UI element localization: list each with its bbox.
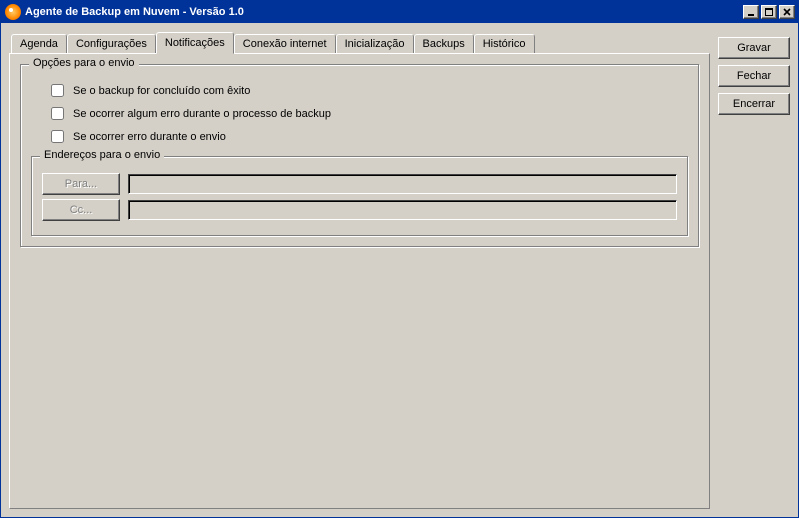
para-input[interactable] — [128, 174, 677, 194]
minimize-button[interactable] — [743, 5, 759, 19]
option-row-send-error: Se ocorrer erro durante o envio — [47, 127, 688, 146]
tab-configuracoes[interactable]: Configurações — [67, 34, 156, 53]
checkbox-backup-error-label[interactable]: Se ocorrer algum erro durante o processo… — [73, 108, 331, 120]
app-icon — [5, 4, 21, 20]
group-send-options: Opções para o envio Se o backup for conc… — [20, 64, 699, 247]
client-area: Agenda Configurações Notificações Conexã… — [1, 23, 798, 517]
group-addresses: Endereços para o envio Para... Cc... — [31, 156, 688, 236]
save-button[interactable]: Gravar — [718, 37, 790, 59]
checkbox-backup-success[interactable] — [51, 84, 64, 97]
tabstrip: Agenda Configurações Notificações Conexã… — [9, 31, 710, 53]
checkbox-backup-success-label[interactable]: Se o backup for concluído com êxito — [73, 85, 250, 97]
shutdown-button[interactable]: Encerrar — [718, 93, 790, 115]
action-buttons-column: Gravar Fechar Encerrar — [718, 31, 790, 509]
para-button[interactable]: Para... — [42, 173, 120, 195]
checkbox-backup-error[interactable] — [51, 107, 64, 120]
close-button[interactable] — [779, 5, 795, 19]
tab-conexao-internet[interactable]: Conexão internet — [234, 34, 336, 53]
group-send-options-legend: Opções para o envio — [29, 57, 139, 69]
group-addresses-legend: Endereços para o envio — [40, 149, 164, 161]
tab-notificacoes[interactable]: Notificações — [156, 32, 234, 54]
tab-inicializacao[interactable]: Inicialização — [336, 34, 414, 53]
app-window: Agente de Backup em Nuvem - Versão 1.0 A… — [0, 0, 799, 518]
address-row-para: Para... — [42, 173, 677, 195]
tab-historico[interactable]: Histórico — [474, 34, 535, 53]
close-action-button[interactable]: Fechar — [718, 65, 790, 87]
window-title: Agente de Backup em Nuvem - Versão 1.0 — [25, 6, 743, 18]
option-row-backup-error: Se ocorrer algum erro durante o processo… — [47, 104, 688, 123]
titlebar: Agente de Backup em Nuvem - Versão 1.0 — [1, 1, 798, 23]
tab-panel-notificacoes: Opções para o envio Se o backup for conc… — [9, 53, 710, 509]
tab-container: Agenda Configurações Notificações Conexã… — [9, 31, 710, 509]
maximize-button[interactable] — [761, 5, 777, 19]
cc-input[interactable] — [128, 200, 677, 220]
address-row-cc: Cc... — [42, 199, 677, 221]
minimize-icon — [747, 8, 755, 16]
window-controls — [743, 5, 795, 19]
maximize-icon — [765, 8, 773, 16]
option-row-success: Se o backup for concluído com êxito — [47, 81, 688, 100]
checkbox-send-error[interactable] — [51, 130, 64, 143]
cc-button[interactable]: Cc... — [42, 199, 120, 221]
checkbox-send-error-label[interactable]: Se ocorrer erro durante o envio — [73, 131, 226, 143]
tab-agenda[interactable]: Agenda — [11, 34, 67, 53]
close-icon — [783, 8, 791, 16]
tab-backups[interactable]: Backups — [414, 34, 474, 53]
